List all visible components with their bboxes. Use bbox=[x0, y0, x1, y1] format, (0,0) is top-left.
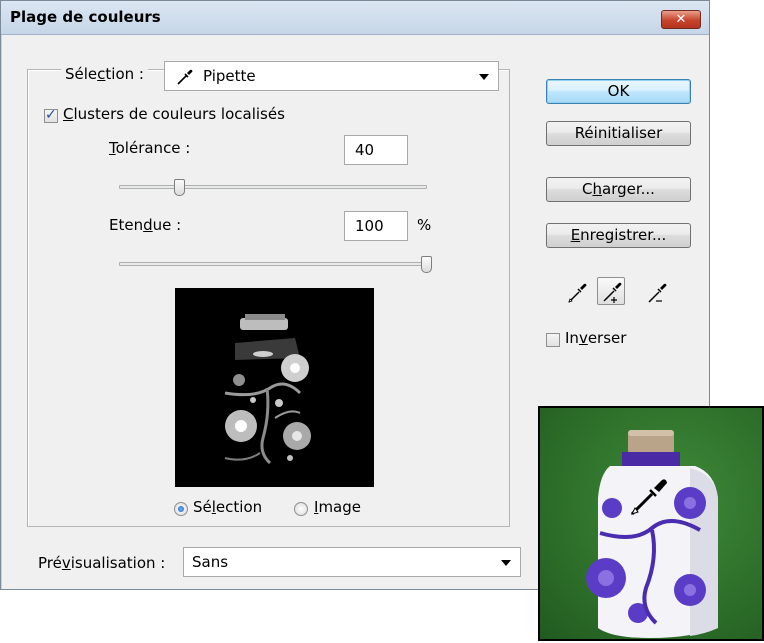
localized-clusters-mnemonic: C bbox=[63, 105, 74, 123]
view-selection-label-part: ection bbox=[215, 498, 263, 516]
checkmark-icon: ✓ bbox=[45, 107, 57, 123]
eyedropper-tool[interactable] bbox=[563, 279, 591, 307]
range-unit: % bbox=[417, 216, 432, 234]
chevron-down-icon bbox=[479, 74, 489, 80]
eyedropper-plus-icon bbox=[603, 282, 622, 303]
preview-dropdown[interactable]: Sans bbox=[183, 547, 521, 577]
reset-button-label: Réinitialiser bbox=[574, 124, 663, 142]
tolerance-slider-thumb[interactable] bbox=[174, 179, 185, 196]
selection-preview-image bbox=[175, 288, 374, 487]
load-button-label-part: C bbox=[582, 180, 593, 198]
tolerance-mnemonic: T bbox=[109, 139, 116, 157]
invert-label[interactable]: Inverser bbox=[565, 329, 626, 347]
view-selection-label[interactable]: Sélection bbox=[193, 498, 262, 516]
preview-label: Prévisualisation : bbox=[38, 554, 165, 572]
close-button[interactable]: ✕ bbox=[661, 10, 701, 29]
range-slider-thumb[interactable] bbox=[421, 256, 432, 273]
chevron-down-icon bbox=[501, 560, 511, 566]
invert-label-part: In bbox=[565, 329, 579, 347]
range-label: Etendue : bbox=[109, 216, 181, 234]
view-image-label-part: mage bbox=[318, 498, 361, 516]
save-button[interactable]: Enregistrer... bbox=[546, 223, 691, 248]
ok-button-label: OK bbox=[607, 82, 630, 100]
tolerance-slider-track[interactable] bbox=[119, 185, 427, 189]
view-image-radio[interactable] bbox=[294, 502, 308, 516]
dialog-title: Plage de couleurs bbox=[10, 8, 161, 26]
tolerance-input[interactable]: 40 bbox=[344, 135, 408, 165]
preview-mnemonic: v bbox=[61, 554, 71, 572]
range-mnemonic: d bbox=[143, 216, 153, 234]
save-button-mnemonic: E bbox=[570, 226, 581, 244]
view-image-label[interactable]: Image bbox=[314, 498, 361, 516]
tolerance-label-part: olérance : bbox=[115, 139, 191, 157]
load-button[interactable]: Charger... bbox=[546, 177, 691, 202]
vase-mask-thumbnail bbox=[224, 314, 311, 465]
invert-checkbox[interactable] bbox=[546, 333, 560, 347]
localized-clusters-label-part: lusters de couleurs localisés bbox=[73, 105, 285, 123]
eyedropper-icon bbox=[568, 283, 587, 303]
range-input[interactable]: 100 bbox=[344, 211, 408, 241]
range-label-part: Eten bbox=[109, 216, 144, 234]
eyedropper-subtract-tool[interactable] bbox=[643, 279, 671, 307]
eyedropper-add-tool[interactable] bbox=[597, 277, 625, 305]
invert-label-part: erser bbox=[587, 329, 627, 347]
title-bar[interactable]: Plage de couleurs ✕ bbox=[1, 1, 709, 35]
selection-dropdown-value: Pipette bbox=[203, 67, 256, 85]
source-photo[interactable] bbox=[538, 406, 764, 641]
selection-label-part: tion : bbox=[105, 65, 144, 83]
preview-label-part: Pré bbox=[38, 554, 62, 572]
invert-mnemonic: v bbox=[578, 329, 588, 347]
save-button-label-part: nregistrer... bbox=[580, 226, 667, 244]
ok-button[interactable]: OK bbox=[546, 79, 691, 104]
preview-dropdown-value: Sans bbox=[192, 553, 229, 571]
tolerance-value: 40 bbox=[355, 141, 375, 159]
localized-clusters-checkbox[interactable]: ✓ bbox=[44, 107, 58, 123]
selection-label: Sélection : bbox=[61, 65, 148, 83]
eyedropper-minus-icon bbox=[648, 283, 667, 303]
vase-photo bbox=[586, 430, 718, 638]
eyedropper-icon bbox=[177, 69, 193, 85]
tolerance-label: Tolérance : bbox=[109, 139, 190, 157]
reset-button[interactable]: Réinitialiser bbox=[546, 121, 691, 146]
load-button-label-part: arger... bbox=[602, 180, 655, 198]
load-button-mnemonic: h bbox=[592, 180, 603, 198]
close-icon: ✕ bbox=[675, 12, 687, 27]
range-value: 100 bbox=[355, 217, 384, 235]
selection-dropdown[interactable]: Pipette bbox=[164, 61, 499, 91]
range-slider-track[interactable] bbox=[119, 262, 427, 266]
selection-label-part: Séle bbox=[65, 65, 98, 83]
range-label-part: ue : bbox=[152, 216, 182, 234]
localized-clusters-label[interactable]: Clusters de couleurs localisés bbox=[63, 105, 285, 123]
view-selection-label-part: Sé bbox=[193, 498, 212, 516]
view-selection-radio[interactable] bbox=[174, 502, 188, 516]
preview-label-part: isualisation : bbox=[70, 554, 166, 572]
